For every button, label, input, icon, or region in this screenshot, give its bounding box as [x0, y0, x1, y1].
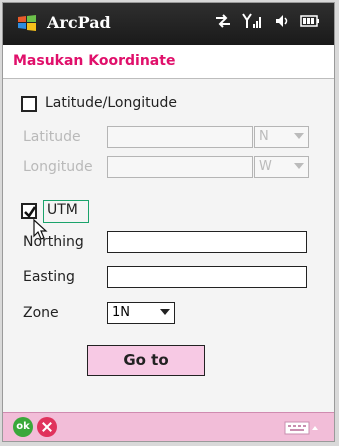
- zone-label: Zone: [23, 305, 59, 321]
- latitude-field[interactable]: [107, 126, 253, 148]
- latitude-label: Latitude: [23, 129, 81, 145]
- bottom-command-bar: ok: [3, 412, 334, 441]
- longitude-direction-value: W: [259, 159, 272, 174]
- latlon-checkbox-label: Latitude/Longitude: [45, 95, 177, 111]
- go-to-button[interactable]: Go to: [87, 345, 205, 376]
- cancel-button[interactable]: [37, 417, 57, 437]
- page-title: Masukan Koordinate: [13, 53, 176, 69]
- utm-checkbox[interactable]: [21, 203, 37, 219]
- northing-label: Northing: [23, 234, 84, 250]
- latitude-direction-select[interactable]: N: [254, 126, 309, 148]
- latlon-checkbox[interactable]: [21, 96, 37, 112]
- status-icons: [214, 12, 320, 30]
- signal-icon[interactable]: [242, 12, 264, 30]
- zone-value: 1N: [112, 305, 130, 320]
- chevron-down-icon: [294, 163, 304, 169]
- northing-field[interactable]: [107, 231, 307, 253]
- volume-icon[interactable]: [274, 13, 290, 29]
- title-bar: ArcPad: [3, 3, 334, 45]
- easting-field[interactable]: [107, 266, 307, 288]
- windows-start-icon[interactable]: [17, 14, 37, 32]
- longitude-label: Longitude: [23, 159, 93, 175]
- easting-label: Easting: [23, 269, 75, 285]
- checkmark-icon: [24, 206, 37, 218]
- device-screen: ArcPad Masukan Koordinate Latitude/Longi…: [2, 2, 335, 442]
- chevron-down-icon: [294, 133, 304, 139]
- chevron-down-icon: [160, 309, 170, 315]
- dialog-header: Masukan Koordinate: [3, 45, 334, 79]
- keyboard-icon[interactable]: [284, 421, 318, 435]
- longitude-field[interactable]: [107, 156, 253, 178]
- longitude-direction-select[interactable]: W: [254, 156, 309, 178]
- zone-select[interactable]: 1N: [107, 302, 175, 324]
- utm-checkbox-label: UTM: [47, 202, 78, 218]
- battery-icon[interactable]: [300, 15, 320, 27]
- app-title: ArcPad: [47, 13, 111, 32]
- latitude-direction-value: N: [259, 129, 269, 144]
- ok-button[interactable]: ok: [13, 417, 33, 437]
- connectivity-icon[interactable]: [214, 13, 232, 29]
